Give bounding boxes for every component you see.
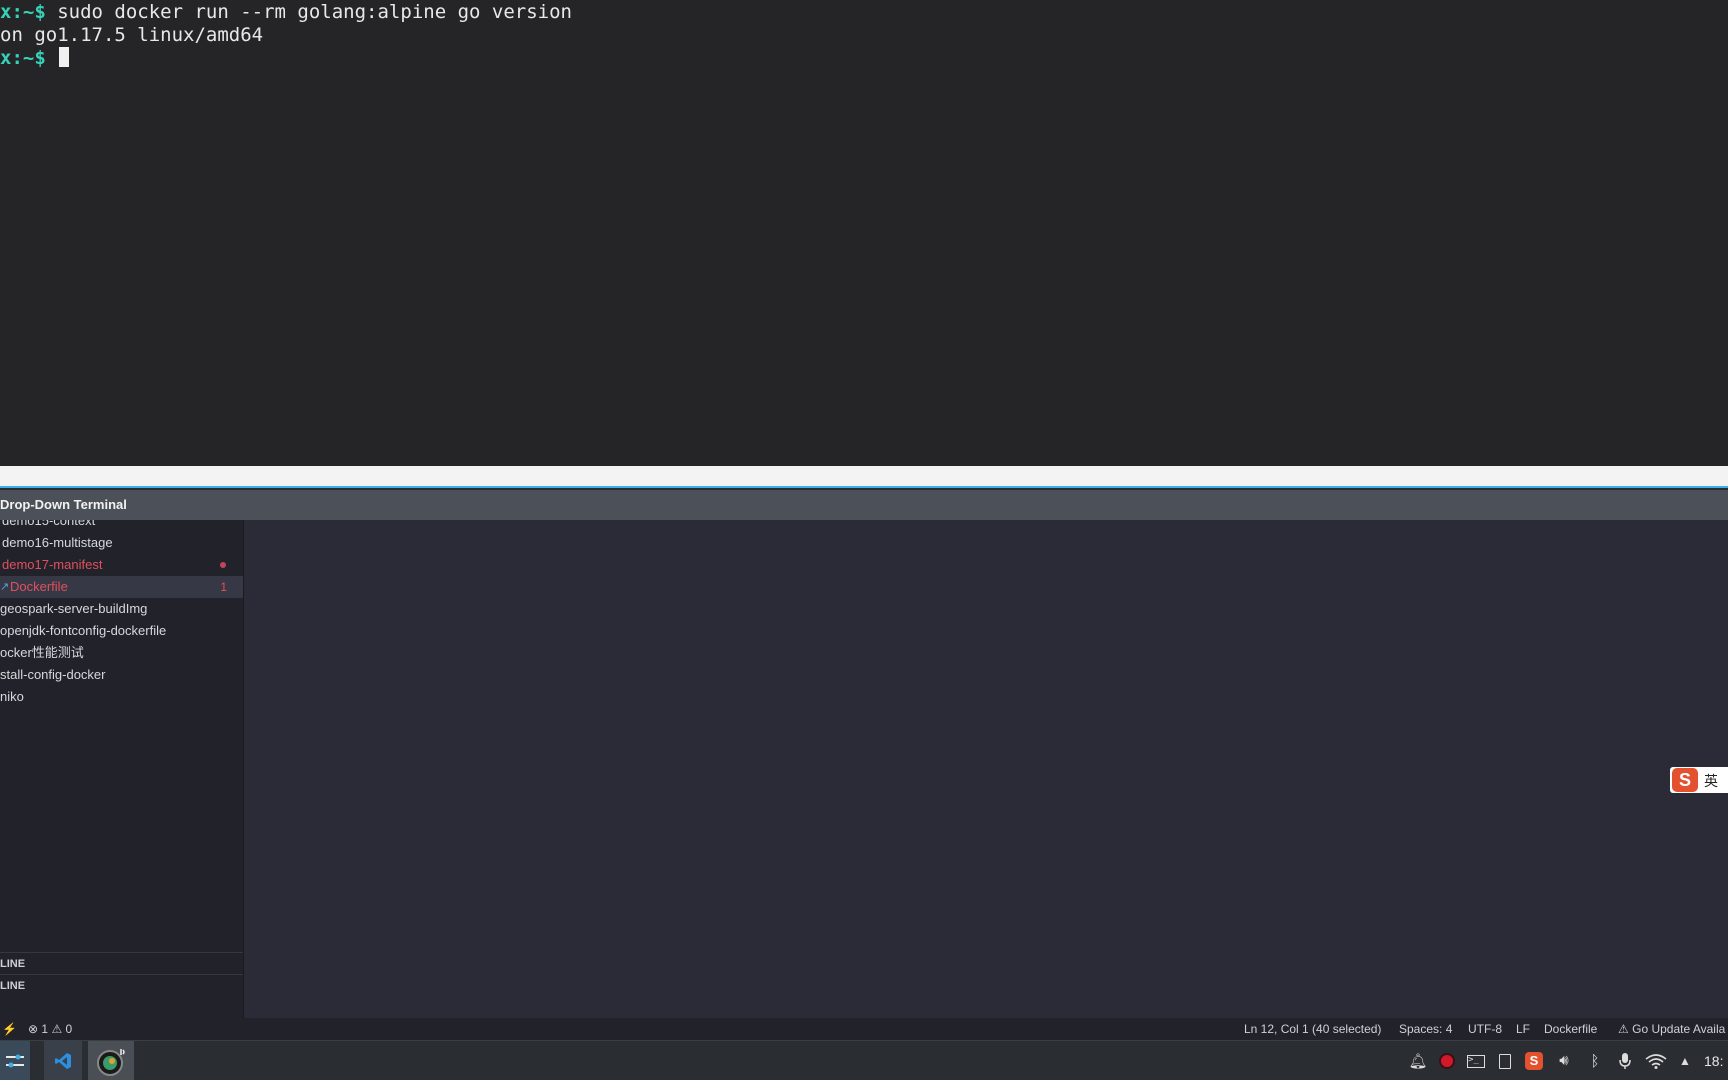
input-method-tray-icon[interactable]: S (1523, 1041, 1545, 1080)
vscode-icon (55, 1053, 71, 1069)
error-icon: ⊗ (28, 1022, 39, 1036)
section-label: LINE (0, 980, 26, 992)
terminal-line: on go1.17.5 linux/amd64 (0, 24, 1728, 47)
terminal-line: x:~$ sudo docker run --rm golang:alpine … (0, 1, 1728, 24)
tree-item-label: geospark-server-buildImg (0, 601, 148, 616)
terminal-command: sudo docker run --rm golang:alpine go ve… (45, 1, 572, 23)
terminal-line: x:~$ (0, 47, 1728, 70)
tree-folder-install-config-docker[interactable]: stall-config-docker (0, 664, 243, 686)
section-label: LINE (0, 958, 26, 970)
tree-item-label: niko (0, 689, 24, 704)
tree-folder-demo17-manifest[interactable]: demo17-manifest (0, 554, 243, 576)
terminal-prompt: x:~$ (0, 47, 46, 69)
tree-item-label: Dockerfile (10, 579, 68, 594)
problem-count-badge: 1 (220, 580, 227, 594)
ime-indicator[interactable]: S 英 (1670, 767, 1728, 793)
dropdown-terminal-titlebar[interactable]: Drop-Down Terminal (0, 490, 1728, 520)
tree-folder-docker-perf-test[interactable]: ocker性能测试 (0, 642, 243, 664)
sogou-logo-icon: S (1672, 768, 1698, 792)
volume-icon[interactable]: 🔊︎ (1553, 1041, 1575, 1080)
record-icon[interactable] (1436, 1041, 1458, 1080)
microphone-icon[interactable] (1614, 1041, 1636, 1080)
tree-item-label: openjdk-fontconfig-dockerfile (0, 623, 167, 638)
tree-folder-demo16-multistage[interactable]: demo16-multistage (0, 532, 243, 554)
clipboard-icon[interactable] (1494, 1041, 1516, 1080)
microphone-glyph (1619, 1053, 1631, 1069)
remote-plug-icon[interactable]: ⚡ (2, 1018, 17, 1040)
terminal-resize-handle[interactable] (0, 466, 1728, 488)
warning-count: 0 (65, 1022, 73, 1036)
update-notice-text: Go Update Availa (1632, 1022, 1726, 1036)
terminal-prompt: x:~$ (0, 1, 46, 23)
tree-item-label: demo17-manifest (2, 557, 103, 572)
taskbar-vscode-button[interactable] (44, 1041, 82, 1080)
language-mode[interactable]: Dockerfile (1544, 1018, 1597, 1040)
docker-file-icon: ↗ (0, 581, 10, 593)
terminal-tray-icon[interactable]: >_ (1465, 1041, 1487, 1080)
update-notice[interactable]: ⚠ Go Update Availa (1618, 1018, 1725, 1040)
application-launcher-button[interactable] (0, 1041, 30, 1080)
cursor-position[interactable]: Ln 12, Col 1 (40 selected) (1244, 1018, 1381, 1040)
indentation-setting[interactable]: Spaces: 4 (1399, 1018, 1452, 1040)
bluetooth-icon[interactable]: ᛒ (1584, 1041, 1606, 1080)
dropdown-terminal-title: Drop-Down Terminal (0, 497, 127, 512)
wifi-glyph (1645, 1054, 1667, 1069)
tree-item-label: demo15-context (2, 520, 96, 528)
wifi-icon[interactable] (1645, 1041, 1667, 1080)
warning-icon: ⚠ (51, 1022, 63, 1036)
eol-setting[interactable]: LF (1516, 1018, 1530, 1040)
editor-area[interactable] (244, 520, 1728, 1018)
clock[interactable]: 18: (1704, 1041, 1723, 1080)
tree-file-dockerfile[interactable]: ↗ Dockerfile 1 (0, 576, 243, 598)
screen: x:~$ sudo docker run --rm golang:alpine … (0, 0, 1728, 1080)
tree-item-label: stall-config-docker (0, 667, 106, 682)
tree-folder-demo15-context[interactable]: demo15-context (0, 520, 243, 532)
taskbar: 🔔︎ >_ S 🔊︎ ᛒ ▲ 18: (0, 1040, 1728, 1080)
terminal-input[interactable] (46, 47, 57, 69)
notifications-icon[interactable]: 🔔︎ (1407, 1041, 1429, 1080)
tree-item-label: demo16-multistage (2, 535, 113, 550)
tree-folder-kaniko[interactable]: niko (0, 686, 243, 708)
outline-section-header[interactable]: LINE (0, 952, 243, 974)
tree-folder-openjdk-fontconfig-dockerfile[interactable]: openjdk-fontconfig-dockerfile (0, 620, 243, 642)
tree-item-label: ocker性能测试 (0, 645, 84, 660)
launcher-icon (6, 1054, 24, 1068)
modified-dot-icon (220, 562, 226, 568)
error-count: 1 (41, 1022, 49, 1036)
tree-folder-geospark-server-buildimg[interactable]: geospark-server-buildImg (0, 598, 243, 620)
warning-icon: ⚠ (1618, 1022, 1629, 1036)
show-hidden-icons-chevron-icon[interactable]: ▲ (1674, 1041, 1696, 1080)
taskbar-browser-button[interactable] (88, 1041, 134, 1080)
terminal-output[interactable]: x:~$ sudo docker run --rm golang:alpine … (0, 0, 1728, 466)
ime-mode-label: 英 (1704, 773, 1718, 789)
encoding-setting[interactable]: UTF-8 (1468, 1018, 1502, 1040)
status-bar: ⚡ ⊗ 1 ⚠ 0 Ln 12, Col 1 (40 selected) Spa… (0, 1018, 1728, 1040)
terminal-output-text: on go1.17.5 linux/amd64 (0, 24, 264, 46)
terminal-cursor (59, 47, 70, 67)
explorer-sidebar: demo15-context demo16-multistage demo17-… (0, 520, 244, 1018)
browser-icon (97, 1049, 125, 1076)
timeline-section-header[interactable]: LINE (0, 974, 243, 996)
problems-indicator[interactable]: ⊗ 1 ⚠ 0 (28, 1018, 72, 1040)
